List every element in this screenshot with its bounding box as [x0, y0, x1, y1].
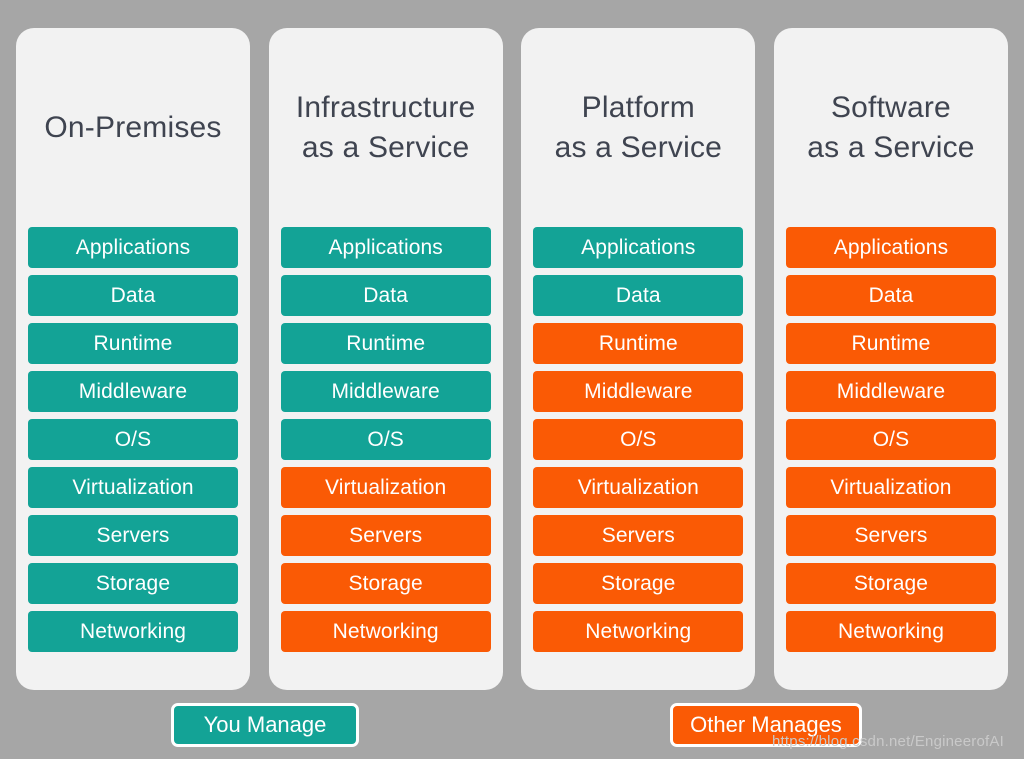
layer-bar[interactable]: Runtime [280, 323, 491, 364]
service-column: Platform as a Service Applications Data Run… [521, 28, 756, 690]
layer-bar[interactable]: Runtime [785, 323, 996, 364]
service-column: Software as a Service Applications Data Run… [773, 28, 1008, 690]
column-title: On-Premises [44, 110, 222, 144]
layer-bar[interactable]: Servers [785, 515, 996, 556]
layer-bar[interactable]: Virtualization [28, 467, 238, 508]
layer-bar[interactable]: Storage [28, 563, 238, 604]
layer-bar[interactable]: Storage [533, 563, 744, 604]
layer-bar[interactable]: Data [533, 275, 744, 316]
service-model-columns: On-Premises Applications Data Runtime Middle… [16, 28, 1008, 690]
layer-bar[interactable]: Runtime [28, 323, 238, 364]
layer-bar[interactable]: Virtualization [785, 467, 996, 508]
layer-bar[interactable]: Middleware [280, 371, 491, 412]
column-title: Platform as a Service [554, 90, 723, 164]
layer-stack: Applications Data Runtime Middleware O/S Virt… [783, 227, 999, 652]
layer-bar[interactable]: Middleware [28, 371, 238, 412]
layer-bar[interactable]: Middleware [785, 371, 996, 412]
layer-bar[interactable]: Virtualization [280, 467, 491, 508]
layer-bar[interactable]: O/S [533, 419, 744, 460]
layer-bar[interactable]: Middleware [533, 371, 744, 412]
layer-bar[interactable]: Servers [533, 515, 744, 556]
layer-bar[interactable]: O/S [785, 419, 996, 460]
layer-bar[interactable]: Storage [785, 563, 996, 604]
layer-bar[interactable]: Runtime [533, 323, 744, 364]
layer-bar[interactable]: Networking [785, 611, 996, 652]
layer-bar[interactable]: O/S [28, 419, 238, 460]
layer-bar[interactable]: Servers [280, 515, 491, 556]
layer-bar[interactable]: Applications [785, 227, 996, 268]
layer-bar[interactable]: Networking [533, 611, 744, 652]
layer-bar[interactable]: Servers [28, 515, 238, 556]
layer-bar[interactable]: Data [28, 275, 238, 316]
layer-bar[interactable]: Data [280, 275, 491, 316]
layer-bar[interactable]: Networking [28, 611, 238, 652]
layer-bar[interactable]: Data [785, 275, 996, 316]
legend-you-manage[interactable]: You Manage [171, 703, 359, 747]
layer-bar[interactable]: Storage [280, 563, 491, 604]
watermark-text: https://blog.csdn.net/EngineerofAI [772, 733, 1004, 750]
layer-bar[interactable]: Applications [280, 227, 491, 268]
layer-bar[interactable]: Applications [28, 227, 238, 268]
service-column: Infrastructure as a Service Applications D… [268, 28, 503, 690]
column-title: Infrastructure as a Service [295, 90, 476, 164]
layer-bar[interactable]: Virtualization [533, 467, 744, 508]
service-column: On-Premises Applications Data Runtime Middle… [16, 28, 250, 690]
layer-stack: Applications Data Runtime Middleware O/S Virt… [530, 227, 746, 652]
column-title: Software as a Service [807, 90, 975, 164]
layer-stack: Applications Data Runtime Middleware O/S Virt… [278, 227, 494, 652]
diagram-canvas: On-Premises Applications Data Runtime Middle… [0, 0, 1024, 759]
layer-bar[interactable]: Networking [280, 611, 491, 652]
layer-bar[interactable]: O/S [280, 419, 491, 460]
layer-stack: Applications Data Runtime Middleware O/S Virt… [25, 227, 241, 652]
layer-bar[interactable]: Applications [533, 227, 744, 268]
